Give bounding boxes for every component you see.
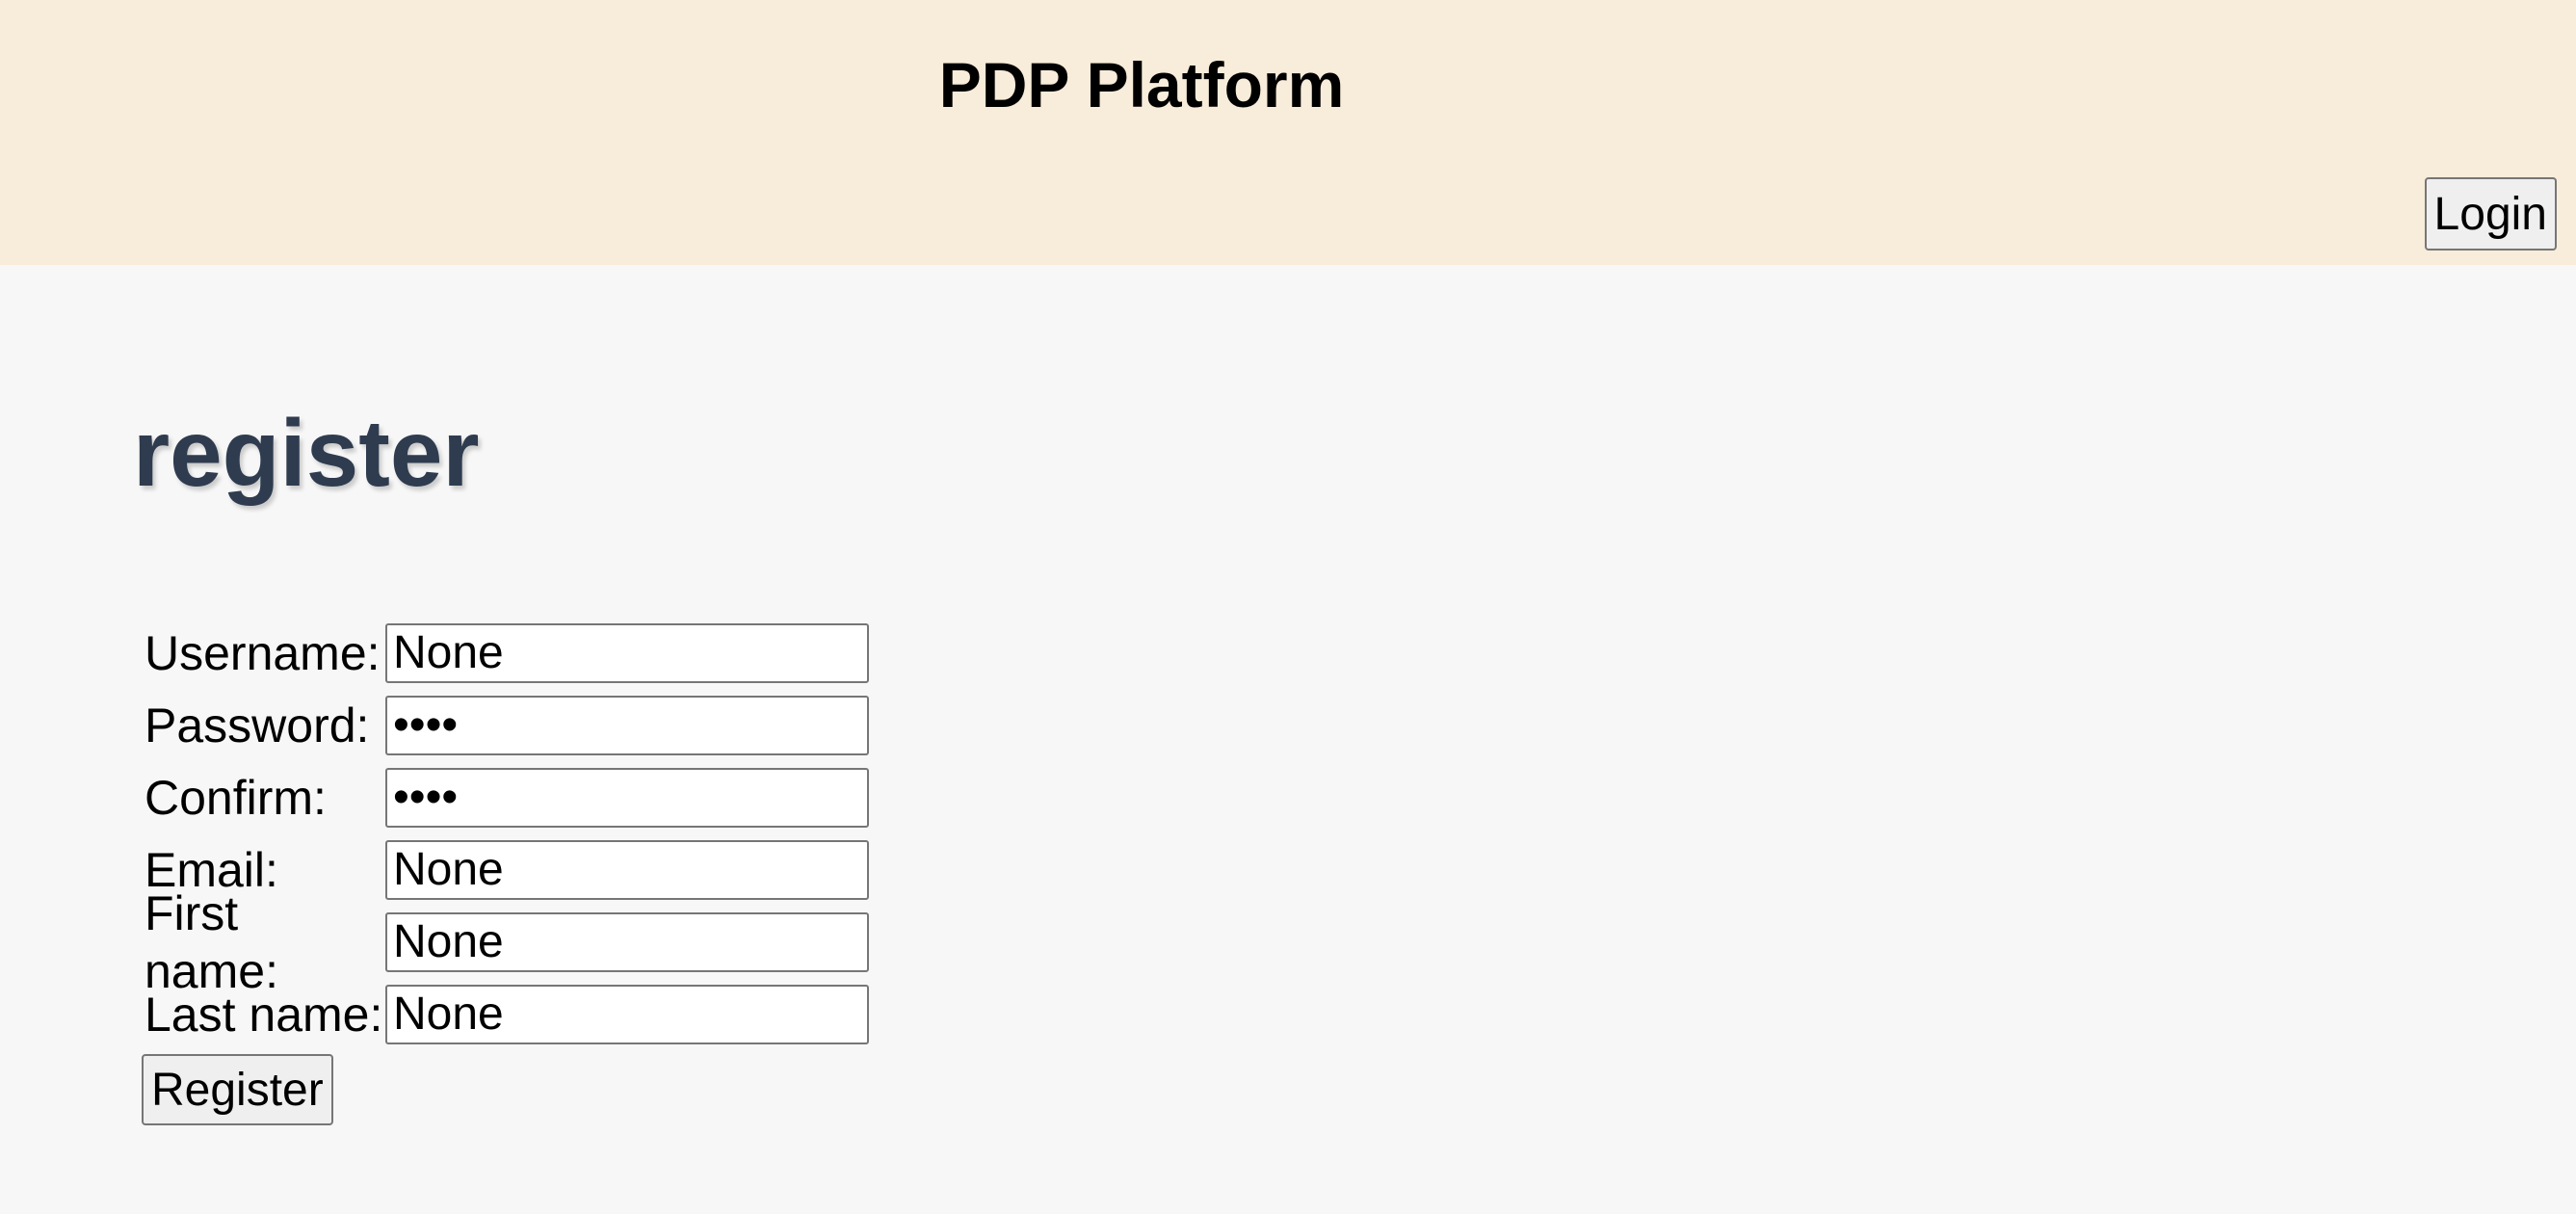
- last-name-row: Last name:: [145, 978, 869, 1050]
- first-name-input[interactable]: [385, 911, 869, 972]
- username-label: Username:: [145, 625, 381, 680]
- register-button[interactable]: Register: [142, 1054, 333, 1125]
- confirm-row: Confirm:: [145, 761, 869, 833]
- password-input[interactable]: [385, 695, 869, 755]
- confirm-password-input[interactable]: [385, 767, 869, 828]
- username-row: Username:: [145, 617, 869, 689]
- site-title: PDP Platform: [938, 49, 1345, 120]
- username-input[interactable]: [385, 622, 869, 683]
- confirm-label: Confirm:: [145, 770, 327, 825]
- password-row: Password:: [145, 689, 869, 761]
- page-title: register: [133, 400, 480, 506]
- login-button[interactable]: Login: [2424, 177, 2557, 251]
- register-form: Username: Password: Confirm: Email: Firs…: [142, 617, 869, 1125]
- password-label: Password:: [145, 698, 370, 752]
- site-header: PDP Platform Login: [0, 0, 2576, 265]
- email-input[interactable]: [385, 839, 869, 900]
- first-name-label: First name:: [145, 885, 278, 998]
- last-name-input[interactable]: [385, 984, 869, 1044]
- last-name-label: Last name:: [145, 987, 383, 1042]
- first-name-row: First name:: [145, 886, 869, 998]
